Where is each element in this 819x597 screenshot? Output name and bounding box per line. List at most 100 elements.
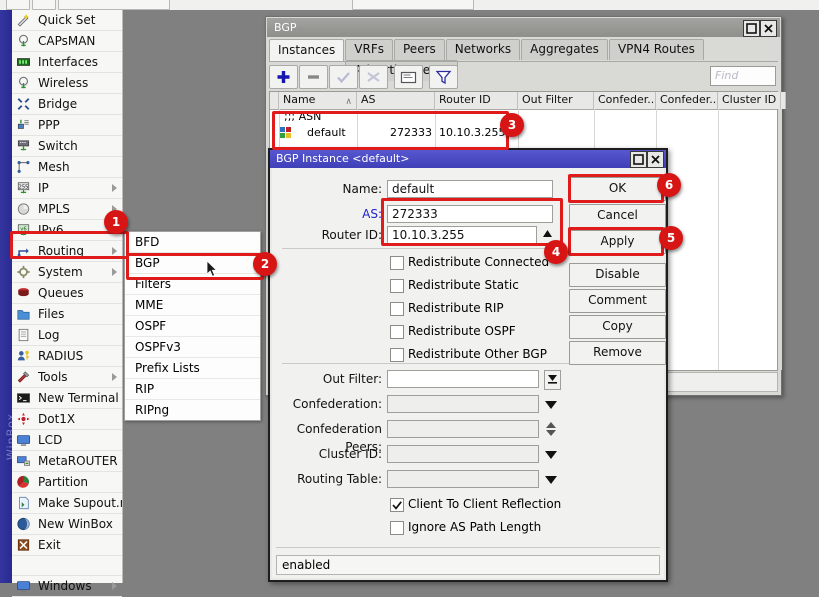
dropdown-bar-icon[interactable]: [544, 370, 561, 390]
sidebar-item-partition[interactable]: Partition: [12, 472, 122, 493]
sidebar-item-windows[interactable]: Windows: [12, 576, 122, 597]
input-router-id[interactable]: 10.10.3.255: [387, 226, 537, 244]
sidebar-item-metarouter[interactable]: MetaROUTER: [12, 451, 122, 472]
submenu-item-ospfv3[interactable]: OSPFv3: [125, 337, 260, 358]
submenu-item-ospf[interactable]: OSPF: [125, 316, 260, 337]
input-routing-table[interactable]: [387, 470, 539, 488]
chevron-down-icon[interactable]: [544, 470, 560, 488]
sidebar-item-routing[interactable]: Routing: [12, 241, 122, 262]
checkbox-client-to-client-reflection[interactable]: [390, 498, 404, 512]
checkbox-row[interactable]: Redistribute Static: [390, 277, 590, 295]
sidebar-item-ppp[interactable]: PPP: [12, 115, 122, 136]
sidebar-item-ip[interactable]: 255IP: [12, 178, 122, 199]
ok-button[interactable]: OK: [569, 177, 666, 201]
sidebar-item-make-supout-rif[interactable]: Make Supout.rif: [12, 493, 122, 514]
submenu-item-bfd[interactable]: BFD: [125, 232, 260, 253]
disable-icon[interactable]: [359, 65, 388, 89]
remove-button[interactable]: Remove: [569, 341, 666, 365]
bgp-toolbar[interactable]: Find: [269, 65, 778, 89]
checkbox-redistribute-ospf[interactable]: [390, 325, 404, 339]
tab-vpn4-routes[interactable]: VPN4 Routes: [609, 39, 704, 60]
checkbox-redistribute-static[interactable]: [390, 279, 404, 293]
main-sidebar-menu[interactable]: Quick SetCAPsMANInterfacesWireless Bridge…: [12, 10, 123, 583]
filter-icon[interactable]: [429, 65, 458, 89]
disable-button[interactable]: Disable: [569, 263, 666, 287]
submenu-item-prefix-lists[interactable]: Prefix Lists: [125, 358, 260, 379]
maximize-icon[interactable]: [743, 20, 760, 37]
checkbox-row[interactable]: Redistribute OSPF: [390, 323, 590, 341]
submenu-item-ripng[interactable]: RIPng: [125, 400, 260, 420]
sidebar-item-dot1x[interactable]: Dot1X: [12, 409, 122, 430]
sidebar-item-lcd[interactable]: LCD: [12, 430, 122, 451]
sidebar-item-capsman[interactable]: CAPsMAN: [12, 31, 122, 52]
submenu-item-rip[interactable]: RIP: [125, 379, 260, 400]
submenu-item-mme[interactable]: MME: [125, 295, 260, 316]
sidebar-item-new-terminal[interactable]: New Terminal: [12, 388, 122, 409]
copy-button[interactable]: Copy: [569, 315, 666, 339]
sidebar-item-quick-set[interactable]: Quick Set: [12, 10, 122, 31]
chevron-down-icon[interactable]: [544, 395, 560, 413]
sidebar-item-interfaces[interactable]: Interfaces: [12, 52, 122, 73]
sidebar-item-switch[interactable]: Switch: [12, 136, 122, 157]
dialog-titlebar[interactable]: BGP Instance <default>: [270, 150, 666, 168]
sidebar-item-queues[interactable]: Queues: [12, 283, 122, 304]
remove-icon[interactable]: [299, 65, 328, 89]
bgp-window-titlebar[interactable]: BGP: [267, 18, 780, 37]
input-as[interactable]: 272333: [387, 205, 553, 223]
sidebar-item-wireless[interactable]: Wireless: [12, 73, 122, 94]
bgp-instance-dialog[interactable]: BGP Instance <default> Name:defaultAS:27…: [268, 148, 668, 582]
submenu-item-label: BGP: [135, 256, 160, 270]
sidebar-item-exit[interactable]: Exit: [12, 535, 122, 556]
find-input[interactable]: Find: [710, 66, 776, 86]
comment-icon[interactable]: [394, 65, 423, 89]
submenu-item-bgp[interactable]: BGP: [125, 253, 260, 274]
checkbox-redistribute-rip[interactable]: [390, 302, 404, 316]
tab-instances[interactable]: Instances: [269, 39, 344, 61]
toolbar-address-field[interactable]: [58, 0, 170, 10]
checkbox-ignore-as-path-length[interactable]: [390, 521, 404, 535]
sidebar-item-new-winbox[interactable]: New WinBox: [12, 514, 122, 535]
toolbar-button-1[interactable]: [6, 0, 30, 10]
tab-peers[interactable]: Peers: [394, 39, 445, 60]
comment-button[interactable]: Comment: [569, 289, 666, 313]
checkbox-redistribute-connected[interactable]: [390, 256, 404, 270]
toolbar-button-2[interactable]: [32, 0, 56, 10]
svg-text:255: 255: [18, 184, 28, 190]
input-cluster-id[interactable]: [387, 445, 539, 463]
dialog-maximize-icon[interactable]: [630, 151, 647, 168]
toolbar-search-field[interactable]: [352, 0, 474, 10]
sidebar-item-tools[interactable]: Tools: [12, 367, 122, 388]
input-confederation-peers[interactable]: [387, 420, 539, 438]
tab-aggregates[interactable]: Aggregates: [521, 39, 608, 60]
input-out-filter[interactable]: [387, 370, 539, 388]
checkbox-row[interactable]: Redistribute RIP: [390, 300, 590, 318]
sidebar-item-system[interactable]: System: [12, 262, 122, 283]
routing-submenu[interactable]: BFDBGPFiltersMMEOSPFOSPFv3Prefix ListsRI…: [124, 231, 261, 421]
bgp-tab-bar[interactable]: InstancesVRFsPeersNetworksAggregatesVPN4…: [269, 39, 778, 62]
apply-button[interactable]: Apply: [569, 230, 666, 254]
tab-networks[interactable]: Networks: [446, 39, 520, 60]
sidebar-item-files[interactable]: Files: [12, 304, 122, 325]
enable-icon[interactable]: [329, 65, 358, 89]
add-icon[interactable]: [269, 65, 298, 89]
cancel-button[interactable]: Cancel: [569, 204, 666, 228]
spinner-updown-icon[interactable]: [544, 420, 560, 438]
submenu-item-label: OSPFv3: [135, 340, 181, 354]
input-confederation[interactable]: [387, 395, 539, 413]
checkbox-redistribute-other-bgp[interactable]: [390, 348, 404, 362]
input-name[interactable]: default: [387, 180, 553, 198]
chevron-down-icon[interactable]: [544, 445, 560, 463]
sidebar-item-radius[interactable]: RADIUS: [12, 346, 122, 367]
sidebar-item-label: Bridge: [38, 97, 77, 111]
submenu-item-filters[interactable]: Filters: [125, 274, 260, 295]
sidebar-item-bridge[interactable]: Bridge: [12, 94, 122, 115]
tab-vrfs[interactable]: VRFs: [345, 39, 393, 60]
sidebar-item-mesh[interactable]: Mesh: [12, 157, 122, 178]
label-cluster-id: Cluster ID:: [272, 445, 382, 464]
dialog-button-column[interactable]: OK CancelApply DisableCommentCopyRemove: [569, 168, 669, 538]
close-icon[interactable]: [760, 20, 777, 37]
checkbox-row[interactable]: Redistribute Other BGP: [390, 346, 590, 364]
table-column-chooser[interactable]: [781, 92, 786, 109]
sidebar-item-log[interactable]: Log: [12, 325, 122, 346]
dialog-close-icon[interactable]: [647, 151, 664, 168]
